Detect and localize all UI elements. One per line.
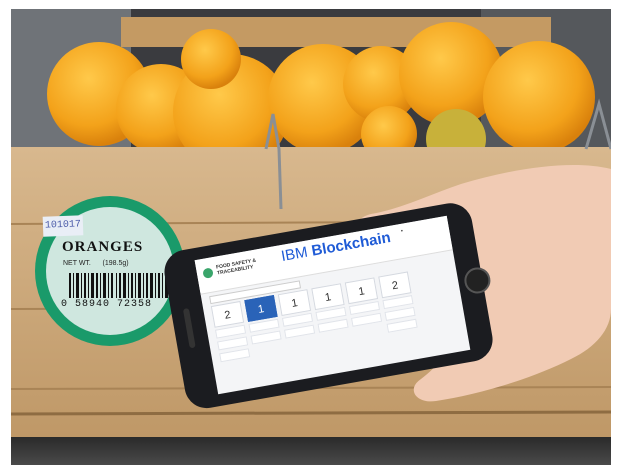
stage-column xyxy=(348,300,383,329)
stage-count: 2 xyxy=(223,308,232,322)
net-weight-label: NET WT. xyxy=(63,260,91,267)
photo-frame: 101017 ORANGES NET WT. (198.5g) 0 58940 … xyxy=(11,9,611,465)
list-item[interactable] xyxy=(350,312,383,327)
orange-fruit xyxy=(181,29,241,89)
orange-fruit xyxy=(483,41,595,153)
barcode-number: 0 58940 72358 xyxy=(61,299,153,310)
barcode xyxy=(69,273,168,298)
brand-logo-icon xyxy=(202,267,214,279)
list-item[interactable] xyxy=(317,318,349,333)
stage-column xyxy=(281,312,316,341)
list-item[interactable] xyxy=(250,330,282,345)
stage-column xyxy=(248,318,282,347)
stage-count: 1 xyxy=(357,285,366,299)
stage-card[interactable]: 2 xyxy=(378,271,412,299)
stage-count: 1 xyxy=(257,303,266,316)
stage-card[interactable]: 1 xyxy=(344,277,379,305)
list-item[interactable] xyxy=(284,324,316,339)
stage-column xyxy=(382,295,418,335)
stage-card[interactable]: 2 xyxy=(210,300,245,328)
list-item[interactable] xyxy=(386,318,418,333)
label-title: ORANGES xyxy=(62,239,144,255)
photo-scene: 101017 ORANGES NET WT. (198.5g) 0 58940 … xyxy=(0,0,622,474)
net-weight-value: (198.5g) xyxy=(102,260,129,267)
stage-card-active[interactable]: 1 xyxy=(244,295,278,322)
list-item[interactable] xyxy=(219,348,251,363)
stage-count: 1 xyxy=(324,291,333,305)
brand-name: FOOD SAFETY & TRACEABILITY xyxy=(215,257,257,277)
user-menu[interactable]: ● xyxy=(400,220,444,233)
stage-card[interactable]: 1 xyxy=(277,289,312,317)
stage-count: 1 xyxy=(290,297,299,310)
stage-column xyxy=(315,306,349,335)
label-weight: NET WT. (198.5g) xyxy=(63,260,173,267)
stage-count: 2 xyxy=(391,279,400,293)
label-code: 101017 xyxy=(42,215,84,237)
stage-column xyxy=(214,324,251,365)
stage-card[interactable]: 1 xyxy=(311,283,345,311)
user-avatar-icon: ● xyxy=(400,227,404,234)
